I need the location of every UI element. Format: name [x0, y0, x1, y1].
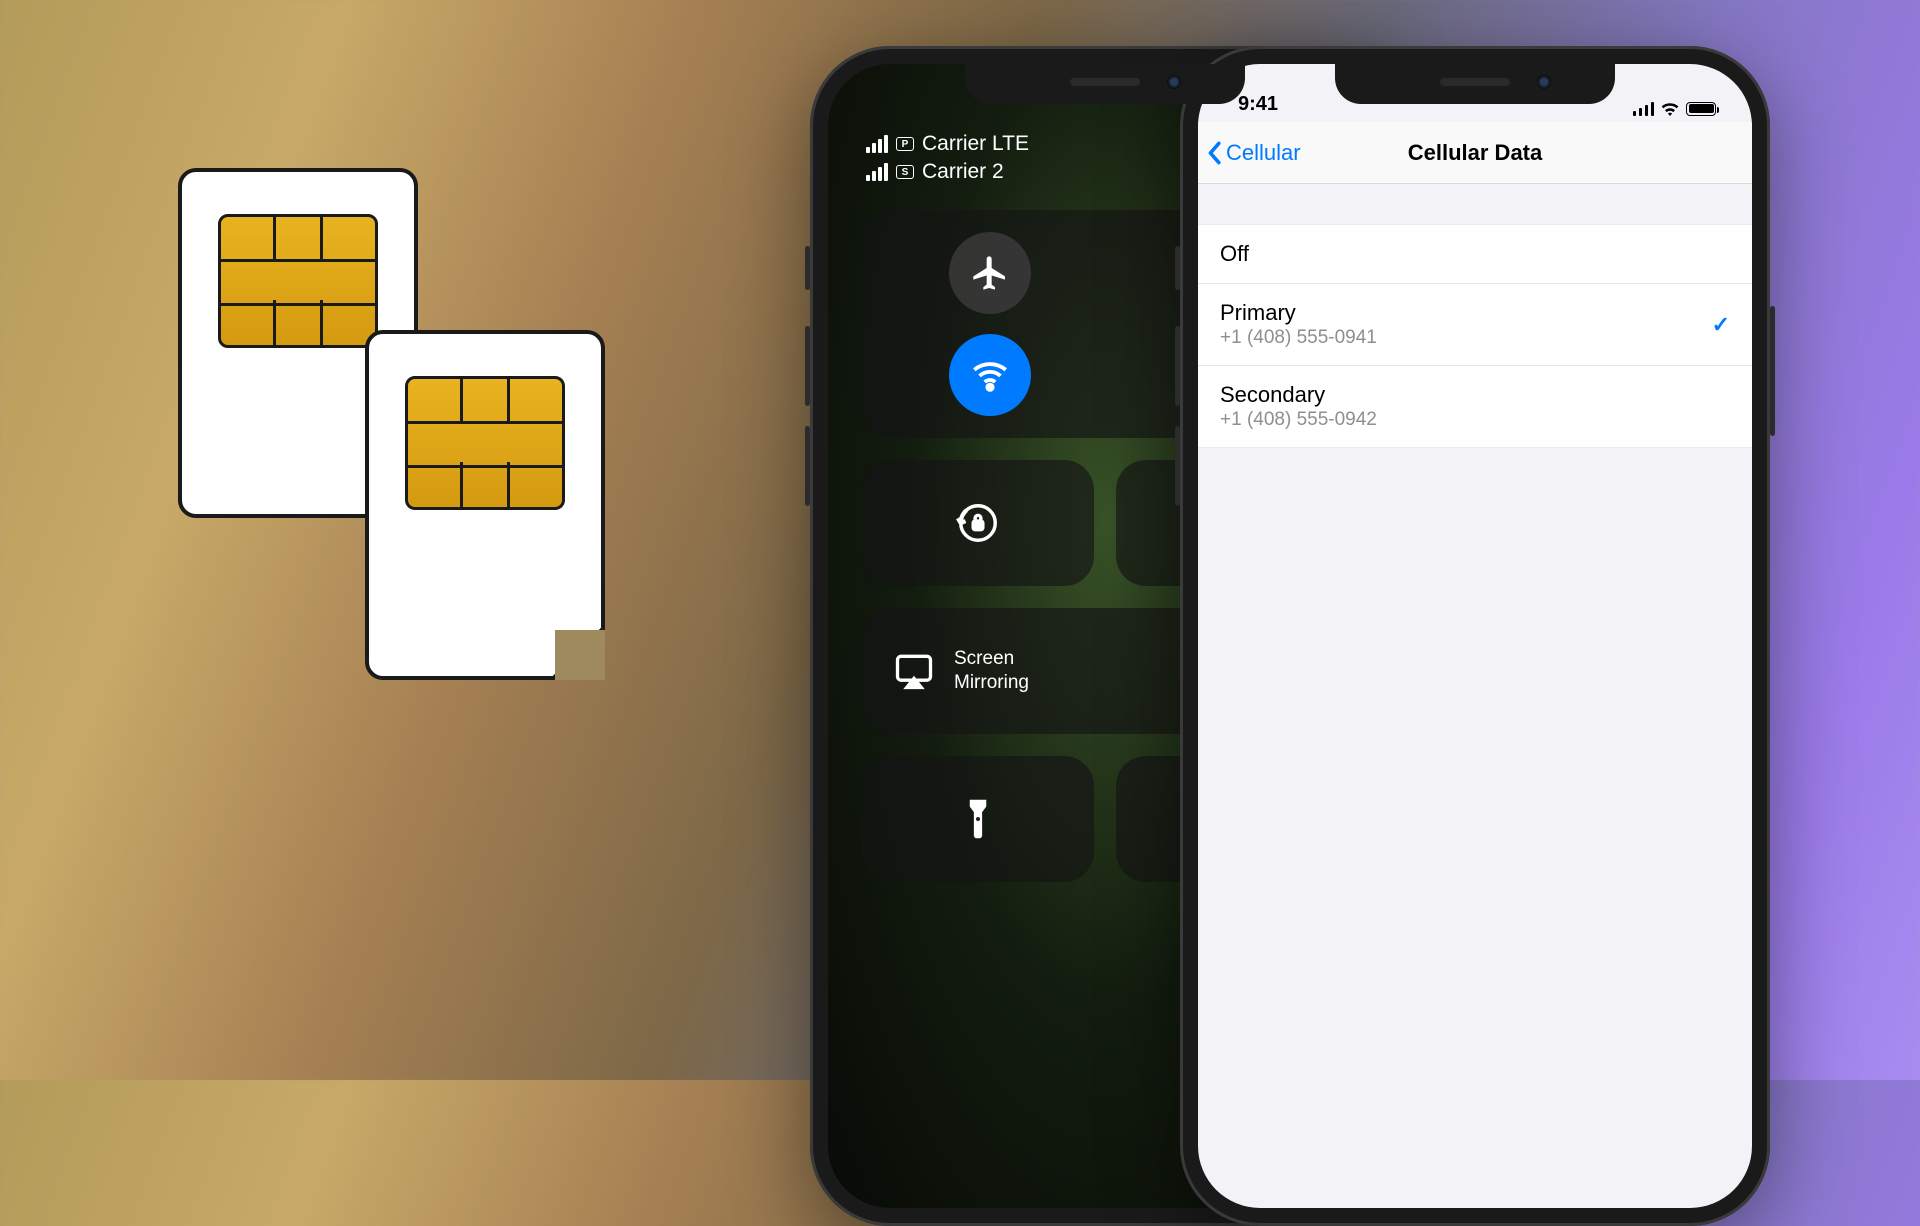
- lock-rotation-icon: [955, 500, 1001, 546]
- signal-bars-icon: [1633, 102, 1654, 116]
- flashlight-icon: [964, 797, 992, 841]
- phone-notch: [1335, 64, 1615, 104]
- sim-badge-secondary: S: [896, 165, 914, 179]
- orientation-lock-toggle[interactable]: [862, 460, 1094, 586]
- wifi-icon: [969, 354, 1011, 396]
- chevron-left-icon: [1206, 141, 1222, 165]
- nav-bar: Cellular Cellular Data: [1198, 122, 1752, 184]
- airplane-icon: [970, 253, 1010, 293]
- cellular-data-options: Off Primary +1 (408) 555-0941 ✓ Secondar…: [1198, 224, 1752, 448]
- option-primary[interactable]: Primary +1 (408) 555-0941 ✓: [1198, 284, 1752, 366]
- airplay-icon: [892, 649, 936, 693]
- sim-badge-primary: P: [896, 137, 914, 151]
- page-title: Cellular Data: [1408, 140, 1543, 166]
- phone-notch: [965, 64, 1245, 104]
- battery-icon: [1686, 102, 1716, 116]
- row-subtitle: +1 (408) 555-0942: [1220, 409, 1377, 431]
- flashlight-toggle[interactable]: [862, 756, 1094, 882]
- carrier-label: Carrier LTE: [922, 132, 1029, 156]
- signal-bars-icon: [866, 135, 888, 153]
- sim-chip-icon: [218, 214, 378, 348]
- row-title: Secondary: [1220, 382, 1377, 408]
- row-title: Primary: [1220, 300, 1377, 326]
- screen-mirroring-label: Screen Mirroring: [954, 647, 1029, 695]
- phone-settings: 9:41 Cellular Cellular Data Off Pr: [1180, 46, 1770, 1226]
- option-secondary[interactable]: Secondary +1 (408) 555-0942: [1198, 366, 1752, 447]
- status-time: 9:41: [1238, 93, 1278, 116]
- checkmark-icon: ✓: [1712, 312, 1730, 338]
- airplane-mode-toggle[interactable]: [949, 232, 1031, 314]
- signal-bars-icon: [866, 163, 888, 181]
- row-title: Off: [1220, 241, 1249, 267]
- back-label: Cellular: [1226, 140, 1301, 166]
- option-off[interactable]: Off: [1198, 225, 1752, 284]
- row-subtitle: +1 (408) 555-0941: [1220, 327, 1377, 349]
- sim-card-illustration: [365, 330, 605, 680]
- carrier-label: Carrier 2: [922, 160, 1004, 184]
- wifi-icon: [1660, 101, 1680, 116]
- back-button[interactable]: Cellular: [1198, 140, 1311, 166]
- sim-chip-icon: [405, 376, 565, 510]
- wifi-toggle[interactable]: [949, 334, 1031, 416]
